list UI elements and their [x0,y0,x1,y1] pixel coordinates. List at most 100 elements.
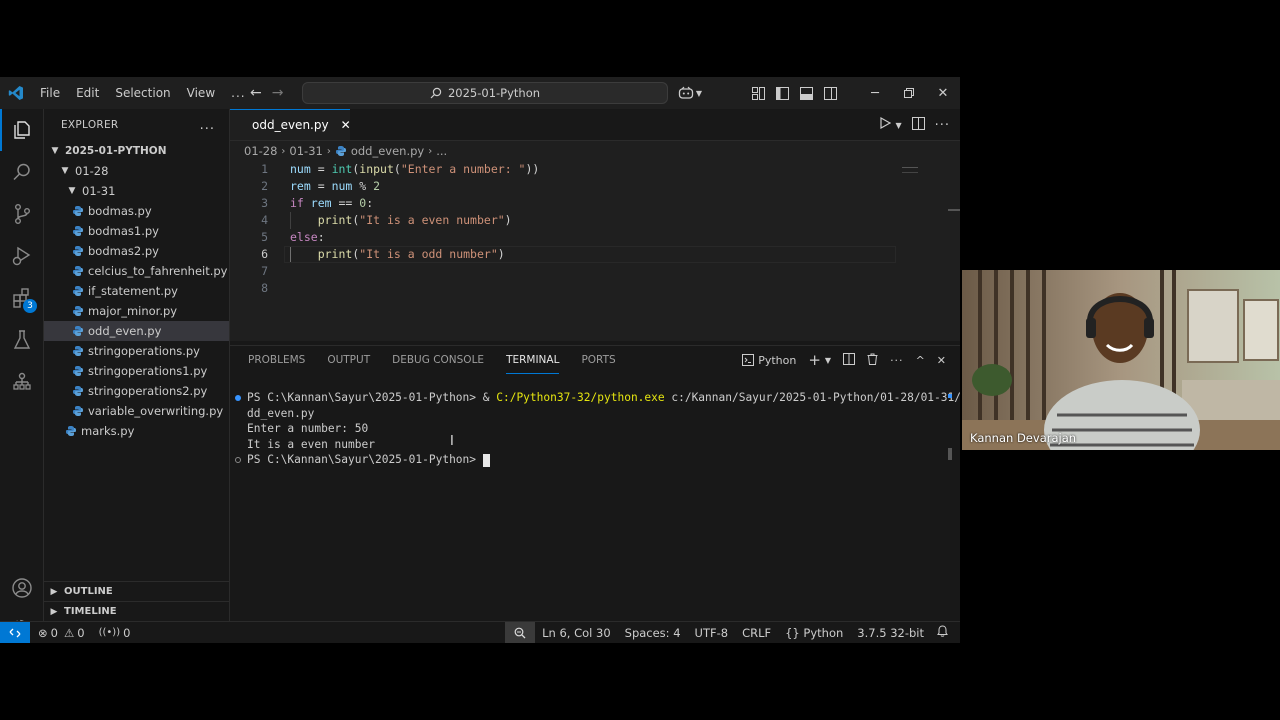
end-of-line[interactable]: CRLF [735,622,778,643]
editor-scrollbar[interactable] [948,209,960,211]
explorer-more-icon[interactable]: ... [200,118,215,133]
tree-folder-01-31[interactable]: ▼ 01-31 [44,181,229,201]
file-marks[interactable]: marks.py [44,421,229,441]
breadcrumb-item[interactable]: 01-31 [289,144,322,158]
run-python-file-icon[interactable] [879,116,892,133]
python-file-icon [73,346,83,356]
line-number: 4 [261,213,268,227]
terminal-dropdown-chevron-icon[interactable]: ▼ [825,356,831,365]
problems-indicator[interactable]: ⊗ 0 ⚠ 0 [38,626,85,640]
timeline-section[interactable]: ▶ TIMELINE [44,601,230,621]
file-item[interactable]: stringoperations2.py [44,381,229,401]
editor-group: odd_even.py ✕ ▼ ··· 01-28 › 01-31 › odd_… [230,109,960,341]
terminal-line: Enter a number: 50 [230,421,946,437]
file-item[interactable]: stringoperations.py [44,341,229,361]
terminal-text: c:/Kannan/Sayur/2025-01-Python/01-28/01-… [664,391,960,404]
breadcrumb-item[interactable]: 01-28 [244,144,277,158]
close-panel-icon[interactable]: ✕ [937,354,946,367]
tab-problems[interactable]: PROBLEMS [248,346,305,374]
new-terminal-plus-icon[interactable]: + [808,351,821,369]
menu-view[interactable]: View [179,77,223,109]
encoding[interactable]: UTF-8 [688,622,736,643]
testing-flask-icon[interactable] [0,319,44,361]
search-view-icon[interactable] [0,151,44,193]
chevron-down-icon: ▼ [68,186,76,196]
file-item[interactable]: bodmas2.py [44,241,229,261]
tree-root-folder[interactable]: ▼ 2025-01-PYTHON [44,141,229,161]
split-editor-icon[interactable] [911,116,925,134]
ports-indicator[interactable]: ((•)) 0 [99,626,131,640]
language-mode[interactable]: {} Python [778,622,850,643]
file-item[interactable]: bodmas.py [44,201,229,221]
file-item[interactable]: stringoperations1.py [44,361,229,381]
minimap [902,167,918,173]
code-area[interactable]: 1 num = int(input("Enter a number: ")) 2r… [230,161,960,297]
breadcrumb-item[interactable]: odd_even.py [351,144,424,158]
customize-layout-icon[interactable] [746,77,770,109]
forward-arrow-icon[interactable]: → [272,85,284,101]
zoom-icon[interactable] [505,622,536,643]
indentation[interactable]: Spaces: 4 [618,622,688,643]
tab-debug-console[interactable]: DEBUG CONSOLE [392,346,484,374]
file-item[interactable]: variable_overwriting.py [44,401,229,421]
file-item[interactable]: bodmas1.py [44,221,229,241]
vscode-window: File Edit Selection View ... ← → 2025-01… [0,77,960,643]
chevron-down-icon: ▼ [61,166,69,176]
menu-file[interactable]: File [32,77,68,109]
toggle-panel-icon[interactable] [794,77,818,109]
terminal-output[interactable]: PS C:\Kannan\Sayur\2025-01-Python> & C:/… [230,390,960,468]
language-label: Python [803,626,844,640]
extensions-icon[interactable]: 3 [0,277,44,319]
ports-count: 0 [123,625,131,640]
file-item[interactable]: if_statement.py [44,281,229,301]
breadcrumb: 01-28 › 01-31 › odd_even.py › ... [230,141,960,161]
tree-folder-01-28[interactable]: ▼ 01-28 [44,161,229,181]
terminal-shell-selector[interactable]: Python [742,354,796,367]
code-line: 3 if rem == 0: [230,195,960,212]
python-file-icon [66,426,76,436]
kill-terminal-trash-icon[interactable] [867,353,878,368]
toggle-secondary-sidebar-icon[interactable] [818,77,842,109]
menu-selection[interactable]: Selection [107,77,178,109]
tab-ports[interactable]: PORTS [581,346,615,374]
timeline-label: TIMELINE [64,606,117,617]
search-icon [430,87,442,99]
radio-tower-icon: ((•)) [98,627,121,638]
breadcrumb-item[interactable]: ... [436,144,447,158]
terminal-scrollbar[interactable] [948,394,952,460]
file-item[interactable]: odd_even.py [44,321,229,341]
file-item[interactable]: major_minor.py [44,301,229,321]
toggle-sidebar-icon[interactable] [770,77,794,109]
tab-odd-even[interactable]: odd_even.py ✕ [230,109,351,140]
restore-icon[interactable] [892,77,926,109]
close-tab-icon[interactable]: ✕ [341,118,351,132]
editor-more-icon[interactable]: ··· [935,118,950,133]
python-file-icon [73,266,83,276]
copilot-icon[interactable]: ▼ [672,77,708,109]
minimize-icon[interactable]: ─ [858,77,892,109]
account-icon[interactable] [0,567,44,609]
tab-output[interactable]: OUTPUT [327,346,370,374]
panel-more-icon[interactable]: ··· [890,354,904,367]
file-label: bodmas.py [88,204,152,218]
run-debug-icon[interactable] [0,235,44,277]
source-control-icon[interactable] [0,193,44,235]
menu-edit[interactable]: Edit [68,77,107,109]
back-arrow-icon[interactable]: ← [250,85,262,101]
outline-section[interactable]: ▶ OUTLINE [44,581,230,601]
line-number: 2 [261,179,268,193]
close-window-icon[interactable]: ✕ [926,77,960,109]
notifications-bell-icon[interactable] [931,622,960,643]
remote-explorer-icon[interactable] [0,361,44,403]
line-number: 1 [261,162,268,176]
file-item[interactable]: celcius_to_fahrenheit.py [44,261,229,281]
cursor-position[interactable]: Ln 6, Col 30 [535,622,618,643]
remote-indicator-icon[interactable] [0,621,30,643]
run-dropdown-chevron-icon[interactable]: ▼ [895,121,901,130]
command-center[interactable]: 2025-01-Python [302,82,668,104]
tab-terminal[interactable]: TERMINAL [506,346,560,374]
python-interpreter[interactable]: 3.7.5 32-bit [850,622,931,643]
maximize-panel-chevron-up-icon[interactable]: ^ [916,354,925,367]
explorer-icon[interactable] [0,109,44,151]
split-terminal-icon[interactable] [843,352,856,368]
